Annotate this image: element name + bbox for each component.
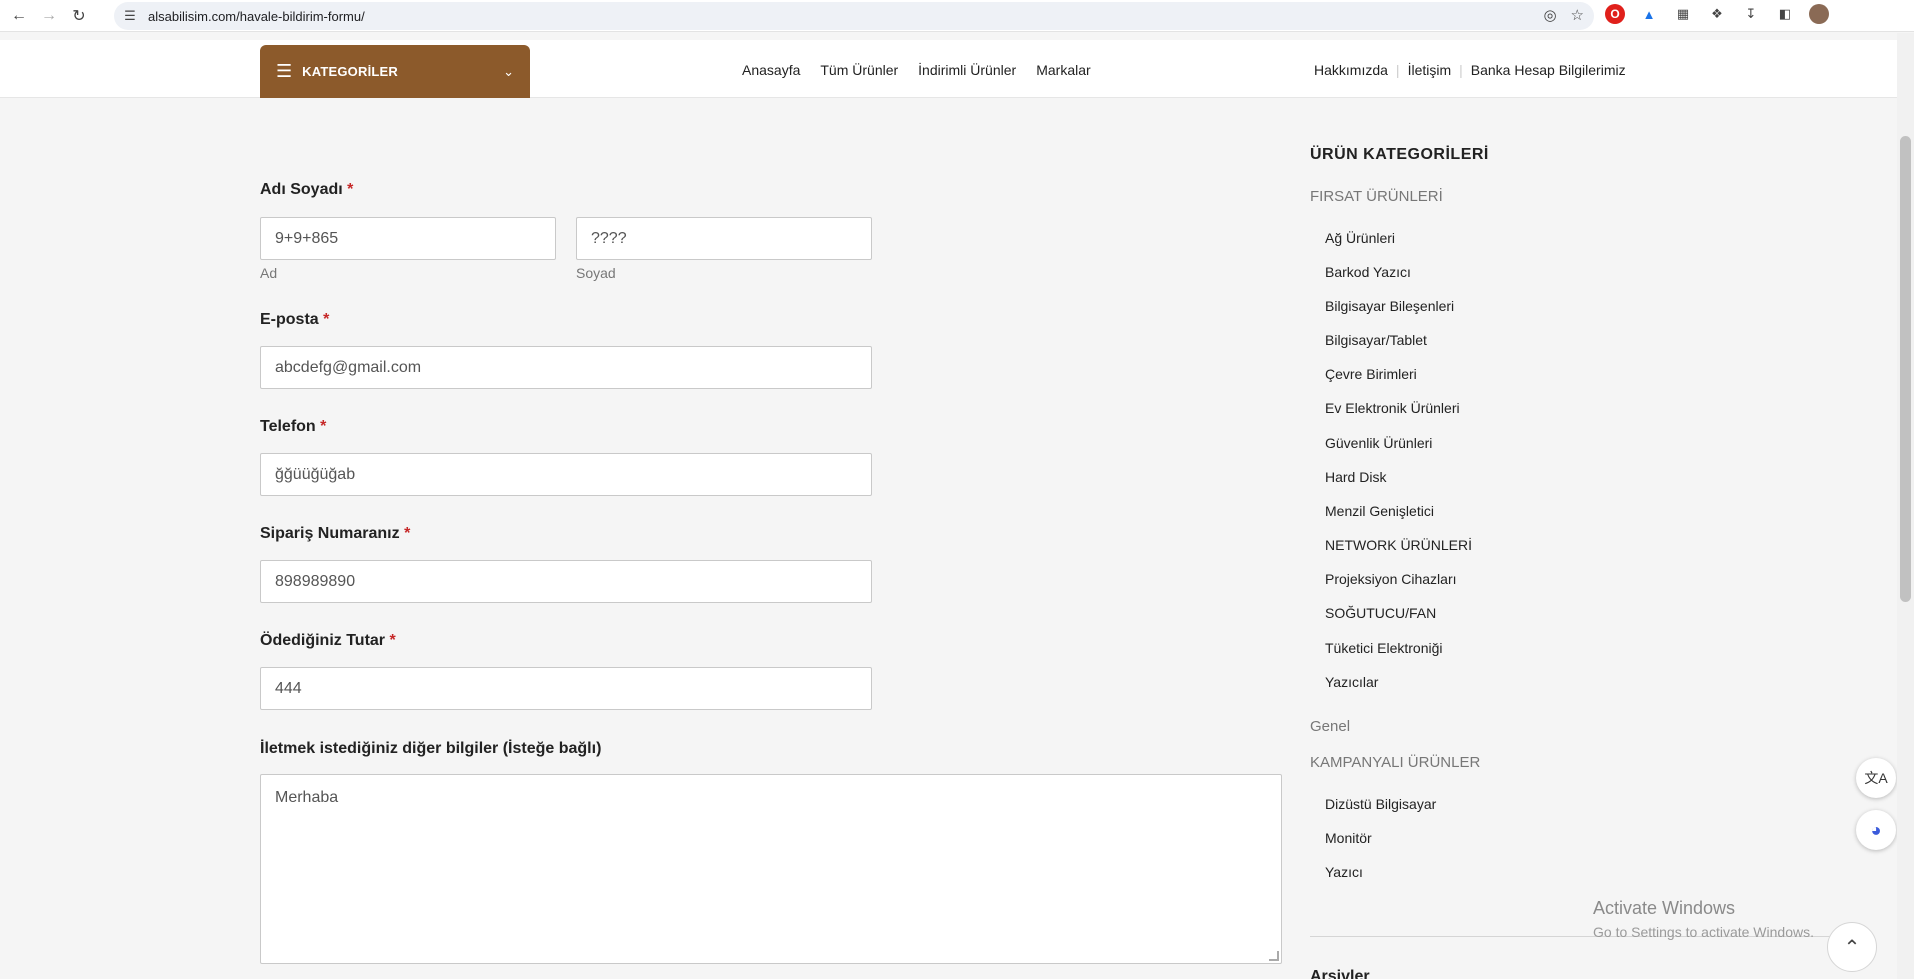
hamburger-icon: ☰ <box>276 61 293 81</box>
utility-nav: Hakkımızda | İletişim | Banka Hesap Bilg… <box>1314 62 1626 78</box>
order-number-input[interactable]: 898989890 <box>260 560 872 603</box>
activate-windows-title: Activate Windows <box>1593 898 1736 918</box>
opera-extension-icon[interactable]: O <box>1605 4 1625 24</box>
forward-arrow-icon[interactable]: → <box>38 5 60 27</box>
category-item[interactable]: Yazıcılar <box>1325 674 1378 690</box>
extensions-puzzle-icon[interactable]: ❖ <box>1707 4 1727 24</box>
category-group-general[interactable]: Genel <box>1310 718 1350 735</box>
notes-label: İletmek istediğiniz diğer bilgiler (İste… <box>260 740 602 757</box>
first-name-input[interactable]: 9+9+865 <box>260 217 556 260</box>
main-nav: Anasayfa Tüm Ürünler İndirimli Ürünler M… <box>742 62 1091 78</box>
last-name-sublabel: Soyad <box>576 265 616 281</box>
browser-toolbar: ← → ↻ ☰ alsabilisim.com/havale-bildirim-… <box>0 0 1914 32</box>
category-item[interactable]: Monitör <box>1325 830 1372 846</box>
nav-separator: | <box>1459 62 1463 78</box>
chevron-down-icon: ⌄ <box>503 63 514 79</box>
reload-icon[interactable]: ↻ <box>68 5 90 27</box>
activate-windows-subtitle: Go to Settings to activate Windows. <box>1593 924 1814 940</box>
profile-avatar[interactable] <box>1809 4 1829 24</box>
category-item[interactable]: SOĞUTUCU/FAN <box>1325 605 1436 621</box>
category-item[interactable]: Çevre Birimleri <box>1325 366 1417 382</box>
category-item[interactable]: Tüketici Elektroniği <box>1325 640 1443 656</box>
phone-input[interactable]: ğğüüğüğab <box>260 453 872 496</box>
product-categories-title: ÜRÜN KATEGORİLERİ <box>1310 146 1489 163</box>
email-input[interactable]: abcdefg@gmail.com <box>260 346 872 389</box>
category-item[interactable]: Yazıcı <box>1325 864 1363 880</box>
category-item[interactable]: Ağ Ürünleri <box>1325 230 1395 246</box>
category-item[interactable]: Bilgisayar/Tablet <box>1325 332 1427 348</box>
category-group-opportunity[interactable]: FIRSAT ÜRÜNLERİ <box>1310 188 1443 205</box>
first-name-sublabel: Ad <box>260 265 278 281</box>
categories-label: KATEGORİLER <box>302 64 398 79</box>
category-item[interactable]: Dizüstü Bilgisayar <box>1325 796 1436 812</box>
translate-icon[interactable]: 文A <box>1856 758 1896 798</box>
nav-discounted[interactable]: İndirimli Ürünler <box>918 62 1016 78</box>
category-item[interactable]: Güvenlik Ürünleri <box>1325 435 1432 451</box>
categories-button[interactable]: ☰ KATEGORİLER ⌄ <box>260 45 530 98</box>
back-arrow-icon[interactable]: ← <box>8 5 30 27</box>
category-item[interactable]: Ev Elektronik Ürünleri <box>1325 400 1460 416</box>
bookmark-star-icon[interactable]: ☆ <box>1571 6 1584 24</box>
category-item[interactable]: Hard Disk <box>1325 469 1386 485</box>
category-item[interactable]: Barkod Yazıcı <box>1325 264 1411 280</box>
nav-home[interactable]: Anasayfa <box>742 62 800 78</box>
category-item[interactable]: NETWORK ÜRÜNLERİ <box>1325 537 1472 553</box>
side-panel-icon[interactable]: ◧ <box>1775 4 1795 24</box>
notes-text: Merhaba <box>275 789 339 806</box>
drive-extension-icon[interactable]: ▲ <box>1639 4 1659 24</box>
name-label: Adı Soyadı * <box>260 181 354 198</box>
chevron-up-icon: ⌃ <box>1843 936 1861 959</box>
amount-label: Ödediğiniz Tutar * <box>260 632 396 649</box>
email-label: E-posta * <box>260 311 330 328</box>
nav-all-products[interactable]: Tüm Ürünler <box>820 62 898 78</box>
download-icon[interactable]: ↧ <box>1741 4 1761 24</box>
site-header: ☰ KATEGORİLER ⌄ Anasayfa Tüm Ürünler İnd… <box>0 40 1897 98</box>
amount-input[interactable]: 444 <box>260 667 872 710</box>
assistant-icon[interactable]: ◕ <box>1856 810 1896 850</box>
grid-extension-icon[interactable]: ▦ <box>1673 4 1693 24</box>
nav-about[interactable]: Hakkımızda <box>1314 62 1388 78</box>
archives-title: Arşivler <box>1310 968 1370 979</box>
category-item[interactable]: Bilgisayar Bileşenleri <box>1325 298 1454 314</box>
scroll-to-top-button[interactable]: ⌃ <box>1827 922 1877 972</box>
nav-contact[interactable]: İletişim <box>1408 62 1452 78</box>
site-settings-icon[interactable]: ☰ <box>120 6 140 26</box>
category-item[interactable]: Menzil Genişletici <box>1325 503 1434 519</box>
scrollbar-thumb[interactable] <box>1900 136 1911 602</box>
category-group-campaign[interactable]: KAMPANYALI ÜRÜNLER <box>1310 754 1480 771</box>
resize-handle[interactable] <box>1269 951 1279 961</box>
nav-bank-info[interactable]: Banka Hesap Bilgilerimiz <box>1471 62 1626 78</box>
category-item[interactable]: Projeksiyon Cihazları <box>1325 571 1457 587</box>
nav-separator: | <box>1395 62 1400 78</box>
phone-label: Telefon * <box>260 418 327 435</box>
url-text[interactable]: alsabilisim.com/havale-bildirim-formu/ <box>148 9 365 24</box>
address-bar[interactable]: ☰ alsabilisim.com/havale-bildirim-formu/… <box>114 2 1594 30</box>
last-name-input[interactable]: ???? <box>576 217 872 260</box>
eye-off-icon[interactable]: ◎ <box>1543 6 1556 24</box>
nav-brands[interactable]: Markalar <box>1036 62 1090 78</box>
notes-textarea[interactable]: Merhaba <box>260 774 1282 964</box>
order-number-label: Sipariş Numaranız * <box>260 525 411 542</box>
